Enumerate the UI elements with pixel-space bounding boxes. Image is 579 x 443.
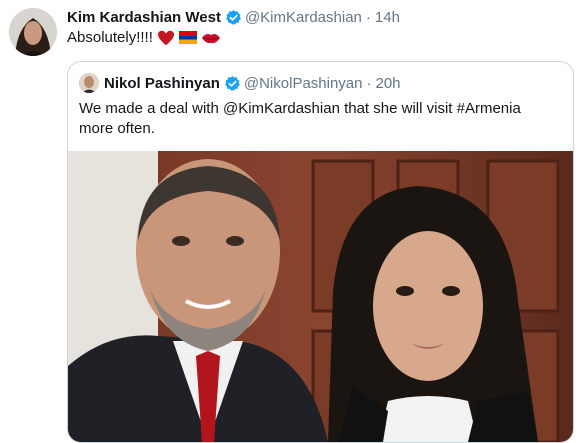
author-name[interactable]: Kim Kardashian West — [67, 9, 221, 26]
heart-emoji-icon — [157, 30, 175, 46]
tweet-text-body: Absolutely!!!! — [67, 29, 153, 46]
quoted-author-handle[interactable]: @NikolPashinyan — [244, 75, 363, 92]
quoted-tweet-card[interactable]: Nikol Pashinyan @NikolPashinyan · 20h We… — [67, 61, 574, 443]
quoted-tweet-header: Nikol Pashinyan @NikolPashinyan · 20h — [79, 73, 401, 93]
kiss-emoji-icon — [201, 31, 221, 45]
quoted-author-name[interactable]: Nikol Pashinyan — [104, 75, 220, 92]
verified-badge-icon — [225, 9, 242, 26]
quoted-tweet-timestamp[interactable]: 20h — [376, 75, 401, 92]
separator-dot: · — [366, 74, 372, 92]
author-handle[interactable]: @KimKardashian — [245, 9, 362, 26]
verified-badge-icon — [224, 75, 241, 92]
separator-dot: · — [365, 8, 371, 26]
armenia-flag-emoji-icon — [178, 31, 197, 44]
quoted-tweet-text: We made a deal with @KimKardashian that … — [79, 100, 521, 137]
tweet-timestamp[interactable]: 14h — [375, 9, 400, 26]
tweet-header: Kim Kardashian West @KimKardashian · 14h — [67, 7, 400, 27]
tweet-text: Absolutely!!!! — [67, 29, 221, 46]
author-avatar[interactable] — [9, 8, 57, 56]
quoted-author-avatar[interactable] — [79, 73, 99, 93]
quoted-tweet-photo[interactable] — [68, 151, 573, 442]
